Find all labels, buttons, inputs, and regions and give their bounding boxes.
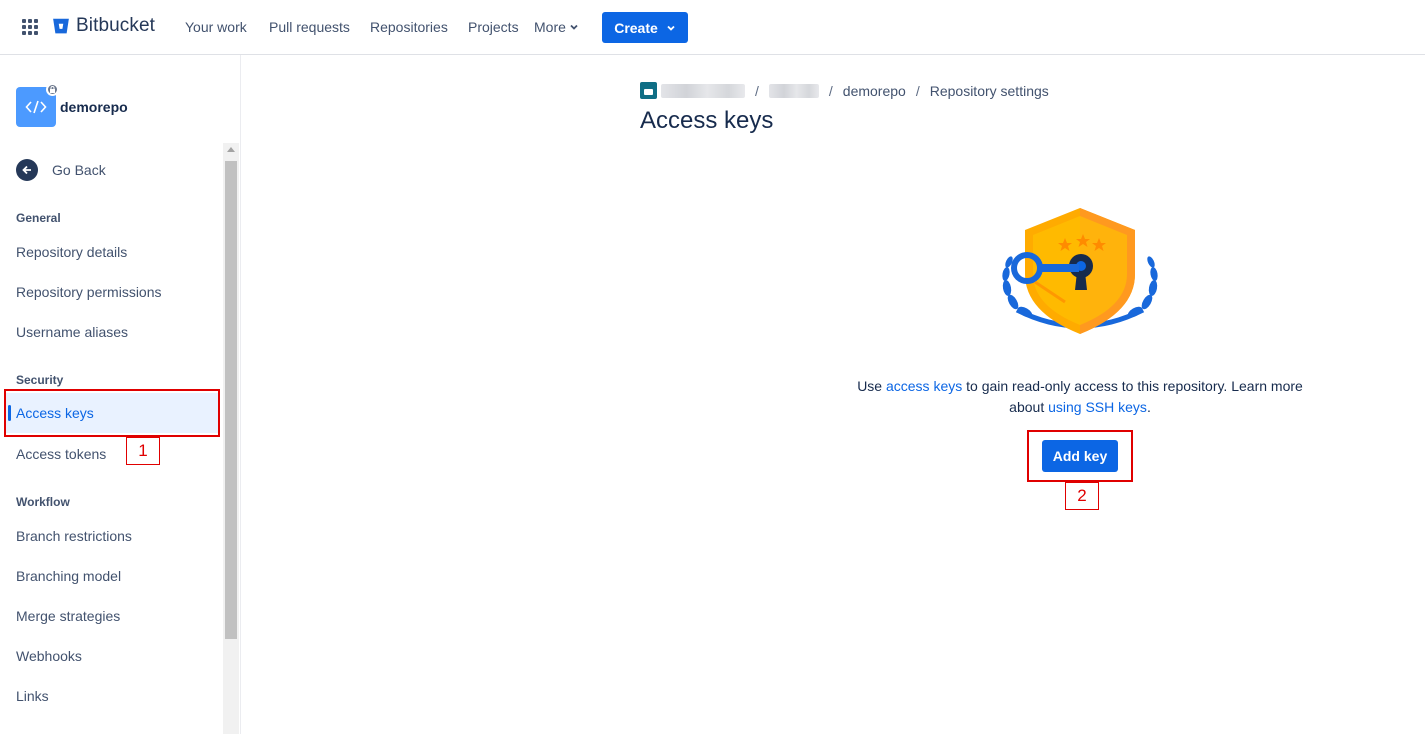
shield-key-illustration [1002,208,1158,334]
sidebar-scrollbar[interactable] [223,143,239,734]
sidebar-item-username-aliases[interactable]: Username aliases [16,324,128,340]
repo-name[interactable]: demorepo [60,99,128,115]
nav-projects[interactable]: Projects [468,19,519,35]
section-heading-security: Security [16,373,64,387]
scrollbar-thumb[interactable] [225,161,237,639]
breadcrumb: / / demorepo / Repository settings [640,82,1049,99]
access-keys-description: Use access keys to gain read-only access… [840,376,1320,418]
breadcrumb-current[interactable]: Repository settings [930,83,1049,99]
sidebar-item-links[interactable]: Links [16,688,49,704]
section-heading-workflow: Workflow [16,495,70,509]
sidebar-item-branching-model[interactable]: Branching model [16,568,121,584]
ssh-keys-link[interactable]: using SSH keys [1048,399,1147,415]
desc-prefix: Use [857,378,886,394]
sidebar-item-repository-permissions[interactable]: Repository permissions [16,284,162,300]
scroll-up-arrow-icon[interactable] [227,147,235,152]
create-button[interactable]: Create [602,12,688,43]
go-back-button[interactable]: Go Back [16,159,106,181]
code-icon [25,100,47,114]
annotation-label-2: 2 [1065,482,1099,510]
annotation-label-1: 1 [126,437,160,465]
chevron-down-icon [667,25,675,31]
lock-icon [46,83,59,96]
nav-more[interactable]: More [534,19,579,35]
bitbucket-logo[interactable]: Bitbucket [52,15,155,37]
page-title: Access keys [640,107,774,134]
breadcrumb-repo[interactable]: demorepo [843,83,906,99]
breadcrumb-project-redacted[interactable] [768,83,819,98]
sidebar-item-merge-strategies[interactable]: Merge strategies [16,608,120,624]
sidebar-item-repository-details[interactable]: Repository details [16,244,127,260]
nav-more-label: More [534,19,566,35]
breadcrumb-separator: / [915,82,920,99]
section-heading-general: General [16,211,61,225]
sidebar-item-branch-restrictions[interactable]: Branch restrictions [16,528,132,544]
create-button-label: Create [614,19,658,36]
access-keys-link[interactable]: access keys [886,378,962,394]
chevron-down-icon [570,24,578,30]
app-switcher-icon[interactable] [22,19,38,35]
top-navigation: Bitbucket Your work Pull requests Reposi… [0,0,1425,55]
breadcrumb-workspace-redacted[interactable] [661,83,745,98]
nav-repositories[interactable]: Repositories [370,19,448,35]
desc-suffix: . [1146,399,1151,415]
nav-pull-requests[interactable]: Pull requests [269,19,350,35]
bitbucket-logo-icon [53,18,69,34]
sidebar-item-access-tokens[interactable]: Access tokens [16,446,106,462]
sidebar-item-webhooks[interactable]: Webhooks [16,648,82,664]
arrow-left-icon [16,159,38,181]
nav-your-work[interactable]: Your work [185,19,247,35]
annotation-box-1 [4,389,220,437]
annotation-box-2 [1027,430,1133,482]
breadcrumb-separator: / [828,82,833,99]
workspace-icon[interactable] [640,82,657,99]
brand-name: Bitbucket [76,15,156,36]
go-back-label: Go Back [52,162,106,178]
breadcrumb-separator: / [755,82,759,99]
